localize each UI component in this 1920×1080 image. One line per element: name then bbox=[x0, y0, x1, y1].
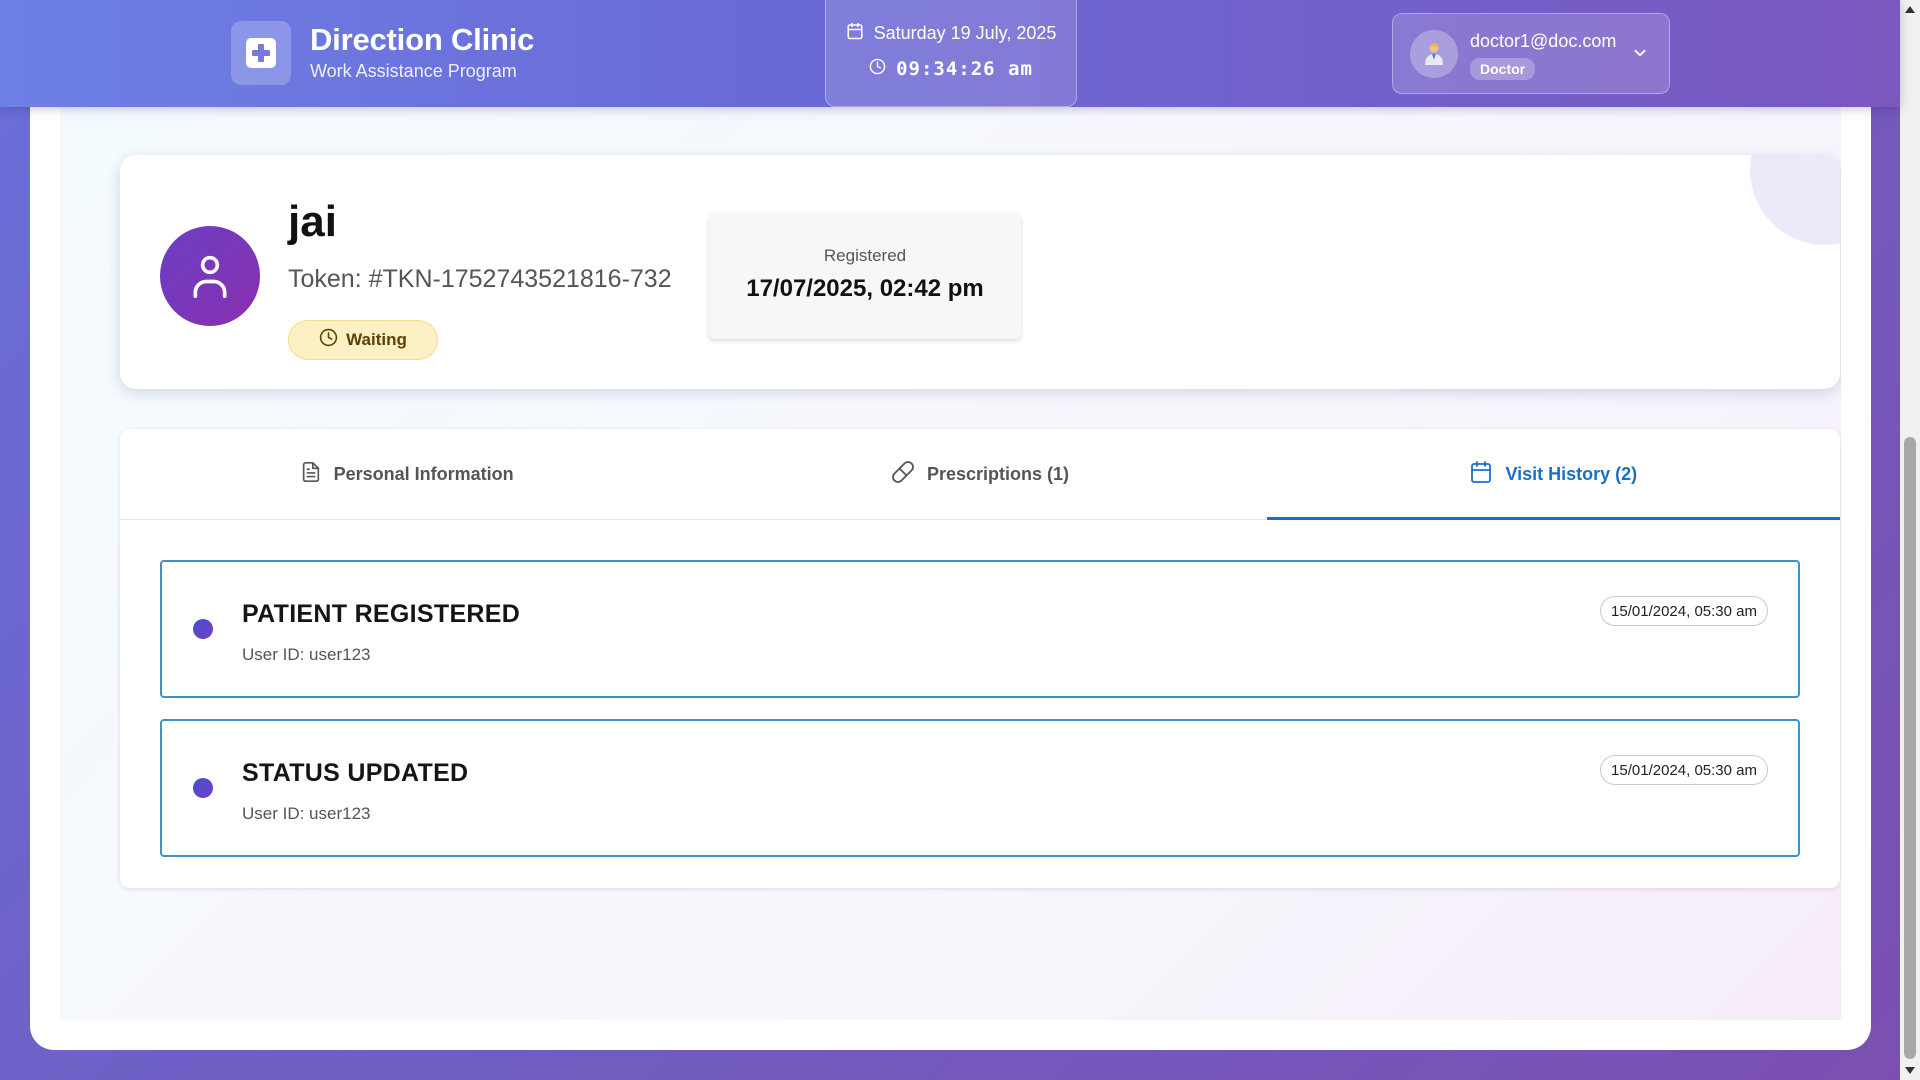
tab-visit-history[interactable]: Visit History (2) bbox=[1266, 429, 1841, 520]
datetime-panel: Saturday 19 July, 2025 09:34:26 am bbox=[825, 0, 1077, 107]
scrollbar-thumb[interactable] bbox=[1904, 437, 1916, 1059]
history-user: User ID: user123 bbox=[242, 804, 371, 823]
time-row: 09:34:26 am bbox=[826, 58, 1076, 80]
history-title: PATIENT REGISTERED bbox=[242, 600, 521, 628]
user-menu[interactable]: doctor1@doc.com Doctor bbox=[1392, 13, 1670, 94]
tab-bar: Personal Information Prescriptions (1) V… bbox=[120, 429, 1841, 520]
user-email: doctor1@doc.com bbox=[1470, 31, 1617, 51]
history-timestamp: 15/01/2024, 05:30 am bbox=[1600, 596, 1768, 626]
status-label: Waiting bbox=[346, 330, 407, 349]
clock-icon bbox=[869, 58, 886, 80]
pill-icon bbox=[891, 460, 915, 489]
scroll-down-icon[interactable] bbox=[1905, 1067, 1915, 1074]
decorative-circle bbox=[1750, 155, 1840, 245]
timeline-dot bbox=[193, 778, 213, 798]
tab-prescriptions[interactable]: Prescriptions (1) bbox=[693, 429, 1266, 519]
registered-info: Registered 17/07/2025, 02:42 pm bbox=[709, 213, 1021, 339]
brand-subtitle: Work Assistance Program bbox=[310, 61, 517, 81]
history-entry: PATIENT REGISTERED User ID: user123 15/0… bbox=[160, 560, 1800, 698]
calendar-icon bbox=[846, 22, 864, 45]
calendar-icon bbox=[1469, 460, 1493, 489]
history-user: User ID: user123 bbox=[242, 645, 371, 664]
chevron-down-icon[interactable] bbox=[1631, 44, 1649, 67]
app-header: Direction Clinic Work Assistance Program… bbox=[0, 0, 1900, 107]
main-card: jai Token: #TKN-1752743521816-732 Waitin… bbox=[30, 80, 1871, 1050]
tab-label: Visit History (2) bbox=[1505, 463, 1638, 484]
patient-token: Token: #TKN-1752743521816-732 bbox=[288, 265, 672, 293]
patient-summary-card: jai Token: #TKN-1752743521816-732 Waitin… bbox=[120, 155, 1840, 389]
timeline-dot bbox=[193, 619, 213, 639]
patient-detail-panel: jai Token: #TKN-1752743521816-732 Waitin… bbox=[60, 80, 1841, 1020]
current-time: 09:34:26 am bbox=[896, 58, 1033, 80]
history-entry: STATUS UPDATED User ID: user123 15/01/20… bbox=[160, 719, 1800, 857]
history-timestamp: 15/01/2024, 05:30 am bbox=[1600, 755, 1768, 785]
medical-plus-icon bbox=[231, 21, 291, 85]
user-role-badge: Doctor bbox=[1470, 58, 1536, 80]
user-icon bbox=[160, 226, 260, 326]
tab-label: Prescriptions (1) bbox=[926, 463, 1070, 484]
history-title: STATUS UPDATED bbox=[242, 759, 469, 787]
status-badge: Waiting bbox=[288, 320, 438, 360]
tab-label: Personal Information bbox=[333, 463, 514, 484]
clock-icon bbox=[319, 328, 338, 352]
date-row: Saturday 19 July, 2025 bbox=[826, 22, 1076, 45]
scroll-up-icon[interactable] bbox=[1905, 6, 1915, 13]
document-icon bbox=[300, 460, 322, 489]
page-scrollbar[interactable] bbox=[1900, 0, 1920, 1080]
patient-name: jai bbox=[288, 197, 337, 246]
registered-date: 17/07/2025, 02:42 pm bbox=[746, 275, 984, 302]
current-date: Saturday 19 July, 2025 bbox=[873, 23, 1057, 43]
doctor-avatar-icon bbox=[1410, 30, 1458, 78]
brand-title: Direction Clinic bbox=[310, 22, 535, 57]
tabs-card: Personal Information Prescriptions (1) V… bbox=[120, 429, 1841, 888]
registered-label: Registered bbox=[823, 246, 907, 265]
tab-personal-information[interactable]: Personal Information bbox=[120, 429, 693, 519]
